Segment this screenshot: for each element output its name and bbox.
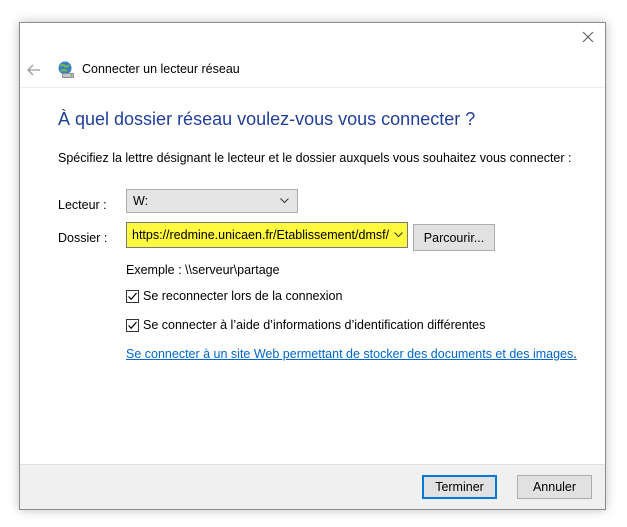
checkmark-icon xyxy=(128,292,137,300)
chevron-down-icon xyxy=(275,190,293,212)
wizard-header: Connecter un lecteur réseau xyxy=(20,53,605,87)
reconnect-option[interactable]: Se reconnecter lors de la connexion xyxy=(126,289,342,303)
cancel-button[interactable]: Annuler xyxy=(517,475,592,499)
reconnect-label: Se reconnecter lors de la connexion xyxy=(143,289,343,303)
close-button[interactable] xyxy=(573,23,603,51)
folder-label: Dossier : xyxy=(58,231,108,245)
chevron-down-icon[interactable] xyxy=(389,224,407,246)
example-text: Exemple : \\serveur\partage xyxy=(126,263,280,277)
drive-label: Lecteur : xyxy=(58,198,107,212)
dialog-footer: Terminer Annuler xyxy=(20,464,605,509)
header-divider xyxy=(20,87,605,88)
other-credentials-label: Se connecter à l’aide d’informations d’i… xyxy=(143,318,486,332)
other-credentials-option[interactable]: Se connecter à l’aide d’informations d’i… xyxy=(126,318,485,332)
reconnect-checkbox[interactable] xyxy=(126,289,139,303)
folder-input[interactable] xyxy=(127,224,389,246)
instructions-text: Spécifiez la lettre désignant le lecteur… xyxy=(58,151,572,165)
window-title: Connecter un lecteur réseau xyxy=(82,62,240,76)
other-credentials-checkbox[interactable] xyxy=(126,318,139,332)
finish-button[interactable]: Terminer xyxy=(422,475,497,499)
checkmark-icon xyxy=(128,321,137,329)
link-period: . xyxy=(573,347,577,361)
map-network-drive-dialog: Connecter un lecteur réseau À quel dossi… xyxy=(19,22,606,510)
back-arrow-icon xyxy=(27,64,40,76)
network-drive-icon xyxy=(56,60,76,80)
close-icon xyxy=(582,31,594,43)
browse-button[interactable]: Parcourir... xyxy=(413,224,495,251)
folder-combobox[interactable] xyxy=(126,222,408,248)
web-storage-link-text[interactable]: Se connecter à un site Web permettant de… xyxy=(126,347,573,361)
drive-letter-select[interactable]: W: xyxy=(126,189,298,213)
drive-letter-value: W: xyxy=(133,194,149,208)
page-heading: À quel dossier réseau voulez-vous vous c… xyxy=(58,109,476,129)
back-button[interactable] xyxy=(26,62,42,78)
web-storage-link[interactable]: Se connecter à un site Web permettant de… xyxy=(126,347,577,361)
